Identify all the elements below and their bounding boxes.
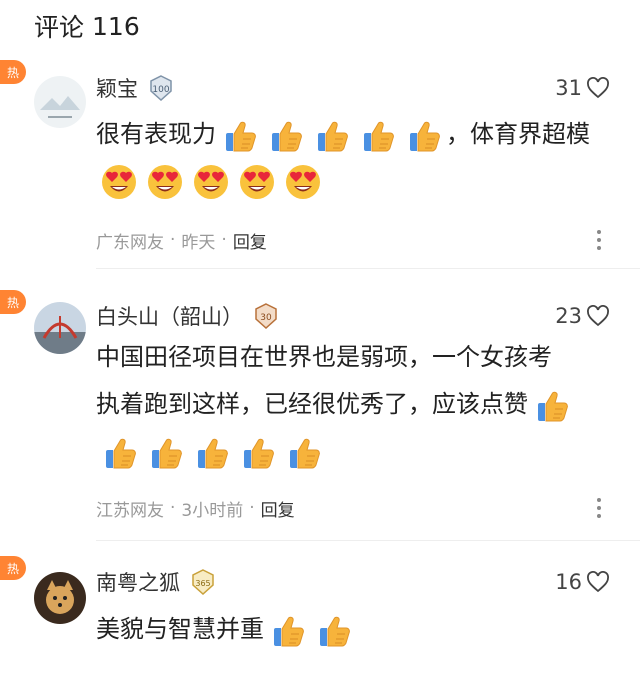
like-count: 16 (555, 570, 582, 594)
hot-badge: 热 (0, 60, 26, 84)
heart-eyes-emoji (145, 162, 185, 202)
timestamp: 3小时前 (181, 500, 244, 521)
thumbs-up-emoji (531, 385, 571, 425)
thumbs-up-emoji (283, 432, 323, 472)
thumbs-up-emoji (145, 432, 185, 472)
reply-button[interactable]: 回复 (261, 496, 295, 521)
svg-text:365: 365 (195, 579, 210, 588)
hot-badge: 热 (0, 290, 26, 314)
divider (96, 540, 640, 541)
level-badge: 100 (148, 75, 174, 102)
like-button[interactable]: 23 (555, 300, 610, 332)
username[interactable]: 白头山（韶山） (96, 301, 243, 331)
heart-eyes-emoji (191, 162, 231, 202)
comment-text: 美貌与智慧并重 (96, 606, 620, 653)
thumbs-up-emoji (191, 432, 231, 472)
level-badge: 30 (253, 303, 279, 330)
thumbs-up-emoji (357, 115, 397, 155)
heart-eyes-emoji (99, 162, 139, 202)
location: 江苏网友 (96, 500, 164, 521)
location: 广东网友 (96, 232, 164, 253)
like-count: 23 (555, 304, 582, 328)
comment-author-row: 南粤之狐 365 (96, 566, 216, 598)
comments-title: 评论 (34, 13, 85, 42)
thumbs-up-emoji (219, 115, 259, 155)
heart-eyes-emoji (283, 162, 323, 202)
like-button[interactable]: 16 (555, 566, 610, 598)
thumbs-up-emoji (311, 115, 351, 155)
hot-badge: 热 (0, 556, 26, 580)
timestamp: 昨天 (181, 232, 216, 253)
comment-author-row: 白头山（韶山） 30 (96, 300, 279, 332)
comment-author-row: 颖宝 100 (96, 72, 174, 104)
thumbs-up-emoji (99, 432, 139, 472)
reply-button[interactable]: 回复 (233, 228, 267, 253)
level-badge: 365 (190, 569, 216, 596)
thumbs-up-emoji (265, 115, 305, 155)
avatar[interactable] (34, 76, 86, 128)
thumbs-up-emoji (403, 115, 443, 155)
heart-outline-icon (586, 77, 610, 99)
thumbs-up-emoji (313, 610, 353, 650)
heart-outline-icon (586, 305, 610, 327)
heart-eyes-emoji (237, 162, 277, 202)
comments-count: 116 (92, 11, 140, 41)
comment-meta: 江苏网友 · 3小时前 · 回复 (96, 494, 295, 522)
username[interactable]: 颖宝 (96, 73, 138, 103)
comment-text: 很有表现力 ，体育界超模 (96, 111, 620, 205)
like-button[interactable]: 31 (555, 72, 610, 104)
thumbs-up-emoji (267, 610, 307, 650)
avatar[interactable] (34, 302, 86, 354)
comment-meta: 广东网友 · 昨天 · 回复 (96, 226, 267, 254)
more-vertical-icon[interactable] (596, 230, 602, 250)
divider (96, 268, 640, 269)
avatar[interactable] (34, 572, 86, 624)
like-count: 31 (555, 76, 582, 100)
more-vertical-icon[interactable] (596, 498, 602, 518)
svg-text:30: 30 (260, 313, 272, 323)
thumbs-up-emoji (237, 432, 277, 472)
svg-text:100: 100 (152, 85, 169, 95)
heart-outline-icon (586, 571, 610, 593)
username[interactable]: 南粤之狐 (96, 567, 180, 597)
comments-header: 评论 116 (34, 6, 140, 46)
comment-text: 中国田径项目在世界也是弱项，一个女孩考 执着跑到这样，已经很优秀了，应该点赞 (96, 334, 620, 475)
